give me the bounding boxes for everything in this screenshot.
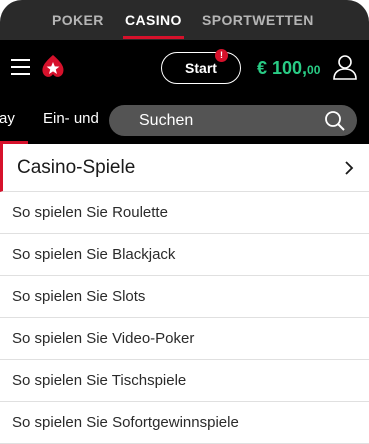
- list-header-casino-spiele[interactable]: Casino-Spiele: [0, 144, 369, 192]
- list-item-label: So spielen Sie Blackjack: [12, 246, 176, 263]
- search-placeholder: Suchen: [139, 112, 194, 129]
- list-item-video-poker[interactable]: So spielen Sie Video-Poker: [0, 318, 369, 360]
- list-header-title: Casino-Spiele: [17, 157, 136, 178]
- search-icon[interactable]: [324, 110, 346, 132]
- notification-badge: !: [215, 49, 228, 62]
- list-item-label: So spielen Sie Video-Poker: [12, 330, 195, 347]
- list-item-roulette[interactable]: So spielen Sie Roulette: [0, 192, 369, 234]
- list-item-tischspiele[interactable]: So spielen Sie Tischspiele: [0, 360, 369, 402]
- casino-guide-list: Casino-Spiele So spielen Sie Roulette So…: [0, 144, 369, 444]
- balance-amount: € 100,: [257, 58, 308, 78]
- logo-icon[interactable]: [39, 53, 67, 81]
- menu-icon[interactable]: [11, 58, 30, 76]
- list-item-slots[interactable]: So spielen Sie Slots: [0, 276, 369, 318]
- subnav-item-ein-und[interactable]: Ein- und: [43, 110, 99, 127]
- list-item-sofortgewinnspiele[interactable]: So spielen Sie Sofortgewinnspiele: [0, 402, 369, 444]
- active-tab-indicator: [123, 36, 184, 39]
- tab-poker[interactable]: POKER: [52, 12, 104, 28]
- account-balance[interactable]: € 100,00: [257, 58, 320, 79]
- list-item-label: So spielen Sie Roulette: [12, 204, 168, 221]
- user-icon[interactable]: [331, 53, 359, 81]
- list-item-label: So spielen Sie Tischspiele: [12, 372, 187, 389]
- tab-sportwetten[interactable]: SPORTWETTEN: [202, 12, 314, 28]
- start-button[interactable]: Start: [161, 52, 241, 84]
- product-tabs: POKER CASINO SPORTWETTEN: [0, 0, 369, 40]
- search-input[interactable]: Suchen: [109, 105, 357, 136]
- subnav-item-play[interactable]: ay: [0, 110, 15, 127]
- list-item-label: So spielen Sie Slots: [12, 288, 146, 305]
- tab-casino[interactable]: CASINO: [125, 12, 182, 28]
- balance-cents: 00: [307, 63, 321, 77]
- sub-navigation: ay Ein- und Suchen: [0, 95, 369, 144]
- chevron-right-icon: [345, 161, 354, 175]
- list-item-blackjack[interactable]: So spielen Sie Blackjack: [0, 234, 369, 276]
- app-header: Start ! € 100,00: [0, 40, 369, 95]
- list-item-label: So spielen Sie Sofortgewinnspiele: [12, 414, 239, 431]
